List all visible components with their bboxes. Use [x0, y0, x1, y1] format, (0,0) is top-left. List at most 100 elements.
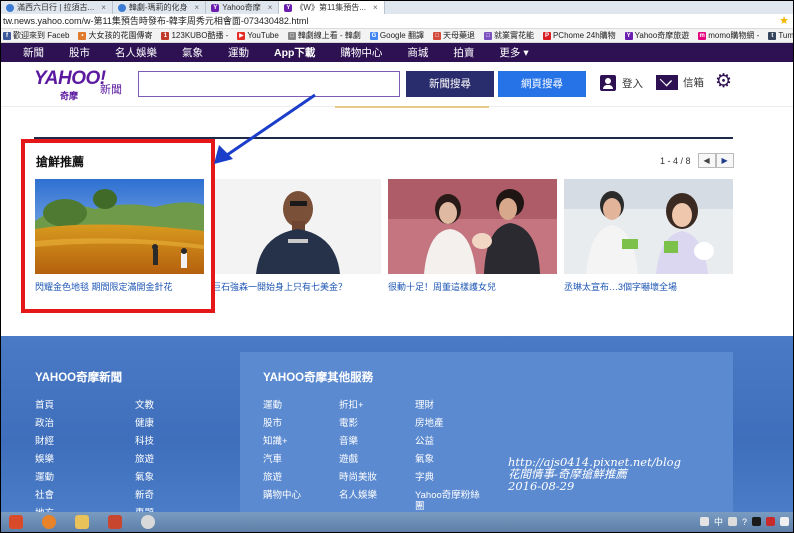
bookmark-item[interactable]: □ 就業實花能 [483, 30, 534, 41]
bookmark-favicon-icon: m [698, 31, 707, 40]
footer-link[interactable]: 新奇 [135, 487, 154, 501]
nav-item[interactable]: 新聞 [23, 45, 44, 60]
gear-icon[interactable]: ⚙ [715, 72, 732, 92]
browser-tab[interactable]: 滿西六日行 | 拉須古... × [1, 1, 113, 14]
bookmark-item[interactable]: □ 韓劇線上看 - 韓劇 [287, 30, 361, 41]
footer-link[interactable]: 折扣+ [339, 397, 364, 411]
card-caption[interactable]: 巨石強森一開始身上只有七美金？ [212, 280, 381, 293]
footer-link[interactable]: 運動 [35, 469, 54, 483]
bookmark-item[interactable]: tTumblr [768, 31, 793, 40]
volume-icon[interactable] [780, 517, 789, 526]
prev-page-button[interactable]: ◀ [697, 153, 716, 168]
footer-link[interactable]: 時尚美妝 [339, 469, 377, 483]
nav-item[interactable]: 氣象 [182, 45, 203, 60]
footer-link[interactable]: 公益 [415, 433, 434, 447]
close-icon[interactable]: × [195, 1, 200, 14]
footer-link[interactable]: 文教 [135, 397, 154, 411]
close-icon[interactable]: × [268, 1, 273, 14]
bookmark-item[interactable]: • 大女孩的花園傳寄 [78, 30, 152, 41]
footer-link[interactable]: 理財 [415, 397, 434, 411]
card-thumbnail[interactable] [212, 179, 381, 274]
next-page-button[interactable]: ▶ [715, 153, 734, 168]
footer-link[interactable]: 電影 [339, 415, 358, 429]
news-search-button[interactable]: 新聞搜尋 [406, 71, 494, 97]
tray-icon[interactable] [766, 517, 775, 526]
footer-link[interactable]: 氣象 [135, 469, 154, 483]
bookmark-item[interactable]: G Google 翻譯 [369, 30, 424, 41]
taskbar-app-button[interactable] [133, 513, 163, 531]
nav-item[interactable]: 拍賣 [453, 45, 474, 60]
card-caption[interactable]: 很動十足！周董這樣護女兒 [388, 280, 557, 293]
footer-link[interactable]: 科技 [135, 433, 154, 447]
recommend-card[interactable]: 很動十足！周董這樣護女兒 [388, 179, 557, 293]
bookmark-item[interactable]: □ 天母藥退 [432, 30, 475, 41]
footer-link[interactable]: 社會 [35, 487, 54, 501]
bookmark-star-icon[interactable]: ★ [779, 15, 789, 27]
ime-indicator[interactable]: 中 [714, 515, 723, 528]
browser-tab[interactable]: Y Yahoo奇摩 × [206, 1, 280, 14]
browser-tab[interactable]: 韓劇-瑪莉的化身 × [113, 1, 207, 14]
card-thumbnail[interactable] [564, 179, 733, 274]
footer-link[interactable]: 財經 [35, 433, 54, 447]
footer-link[interactable]: 政治 [35, 415, 54, 429]
bookmarks-bar: f 歡迎來到 Faceb • 大女孩的花園傳寄 1 123KUBO酷播 - ▶ YouTube… [1, 29, 793, 43]
card-thumbnail[interactable] [388, 179, 557, 274]
mail-link[interactable]: 信箱 [656, 75, 704, 90]
footer-link[interactable]: 氣象 [415, 451, 434, 465]
tray-icon[interactable] [727, 517, 737, 526]
nav-item[interactable]: 商城 [407, 45, 428, 60]
tray-icon[interactable] [699, 517, 709, 526]
bookmark-item[interactable]: 1 123KUBO酷播 - [161, 30, 228, 41]
footer-link[interactable]: 股市 [263, 415, 282, 429]
footer-link[interactable]: 旅遊 [263, 469, 282, 483]
footer-link[interactable]: 旅遊 [135, 451, 154, 465]
tray-icon[interactable] [752, 517, 761, 526]
nav-item[interactable]: 股市 [69, 45, 90, 60]
address-bar[interactable]: tw.news.yahoo.com/w-第11集預告時發布-韓李周秀元相會面-0… [1, 14, 793, 29]
footer-link[interactable]: 汽車 [263, 451, 282, 465]
footer-link[interactable]: 知識+ [263, 433, 288, 447]
footer-link[interactable]: 娛樂 [35, 451, 54, 465]
footer-link[interactable]: 遊戲 [339, 451, 358, 465]
card-caption[interactable]: 丞琳太宣布…3個字嚇壞全場 [564, 280, 733, 293]
footer-link[interactable]: 音樂 [339, 433, 358, 447]
footer-link[interactable]: 名人娛樂 [339, 487, 377, 501]
nav-item[interactable]: 購物中心 [340, 45, 382, 60]
recommend-card[interactable]: 巨石強森一開始身上只有七美金？ [212, 179, 381, 293]
taskbar-app-button[interactable] [1, 513, 31, 531]
search-input[interactable] [138, 71, 400, 97]
footer-link[interactable]: 字典 [415, 469, 434, 483]
nav-item[interactable]: 運動 [228, 45, 249, 60]
footer-link[interactable]: Yahoo奇摩粉絲 [415, 487, 480, 501]
footer-link[interactable]: 房地產 [415, 415, 444, 429]
bookmark-item[interactable]: P PChome 24h購物 [542, 30, 616, 41]
bookmark-item[interactable]: ▶ YouTube [237, 31, 279, 40]
footer-link[interactable]: 購物中心 [263, 487, 301, 501]
footer-link[interactable]: 團 [415, 498, 425, 512]
nav-item[interactable]: App下載 [274, 45, 315, 60]
bookmark-item[interactable]: m momo購物網 - [698, 30, 759, 41]
bookmark-label: momo購物網 - [708, 31, 760, 40]
url-text[interactable]: tw.news.yahoo.com/w-第11集預告時發布-韓李周秀元相會面-0… [3, 16, 308, 27]
taskbar-app-button[interactable] [67, 513, 97, 531]
folder-icon [75, 515, 89, 529]
footer-link[interactable]: 健康 [135, 415, 154, 429]
web-search-button[interactable]: 網頁搜尋 [498, 71, 586, 97]
bookmark-label: Tumblr [778, 31, 793, 40]
footer-link[interactable]: 首頁 [35, 397, 54, 411]
bookmark-item[interactable]: f 歡迎來到 Faceb [3, 30, 69, 41]
browser-tab-active[interactable]: Y 《W》第11集預告... × [279, 1, 385, 14]
bookmark-item[interactable]: Y Yahoo奇摩旅遊 [624, 30, 689, 41]
nav-item[interactable]: 更多 ▾ [499, 45, 528, 60]
taskbar-app-button[interactable] [34, 513, 64, 531]
nav-item[interactable]: 名人娛樂 [115, 45, 157, 60]
bookmark-favicon-icon: □ [483, 31, 492, 40]
yahoo-logo[interactable]: YAHOO! 奇摩 新聞 [34, 69, 130, 102]
taskbar-app-button[interactable] [100, 513, 130, 531]
login-link[interactable]: 登入 [600, 75, 643, 91]
help-icon[interactable]: ? [742, 517, 747, 527]
footer-link[interactable]: 運動 [263, 397, 282, 411]
recommend-card[interactable]: 丞琳太宣布…3個字嚇壞全場 [564, 179, 733, 293]
close-icon[interactable]: × [101, 1, 106, 14]
close-icon[interactable]: × [373, 1, 378, 14]
